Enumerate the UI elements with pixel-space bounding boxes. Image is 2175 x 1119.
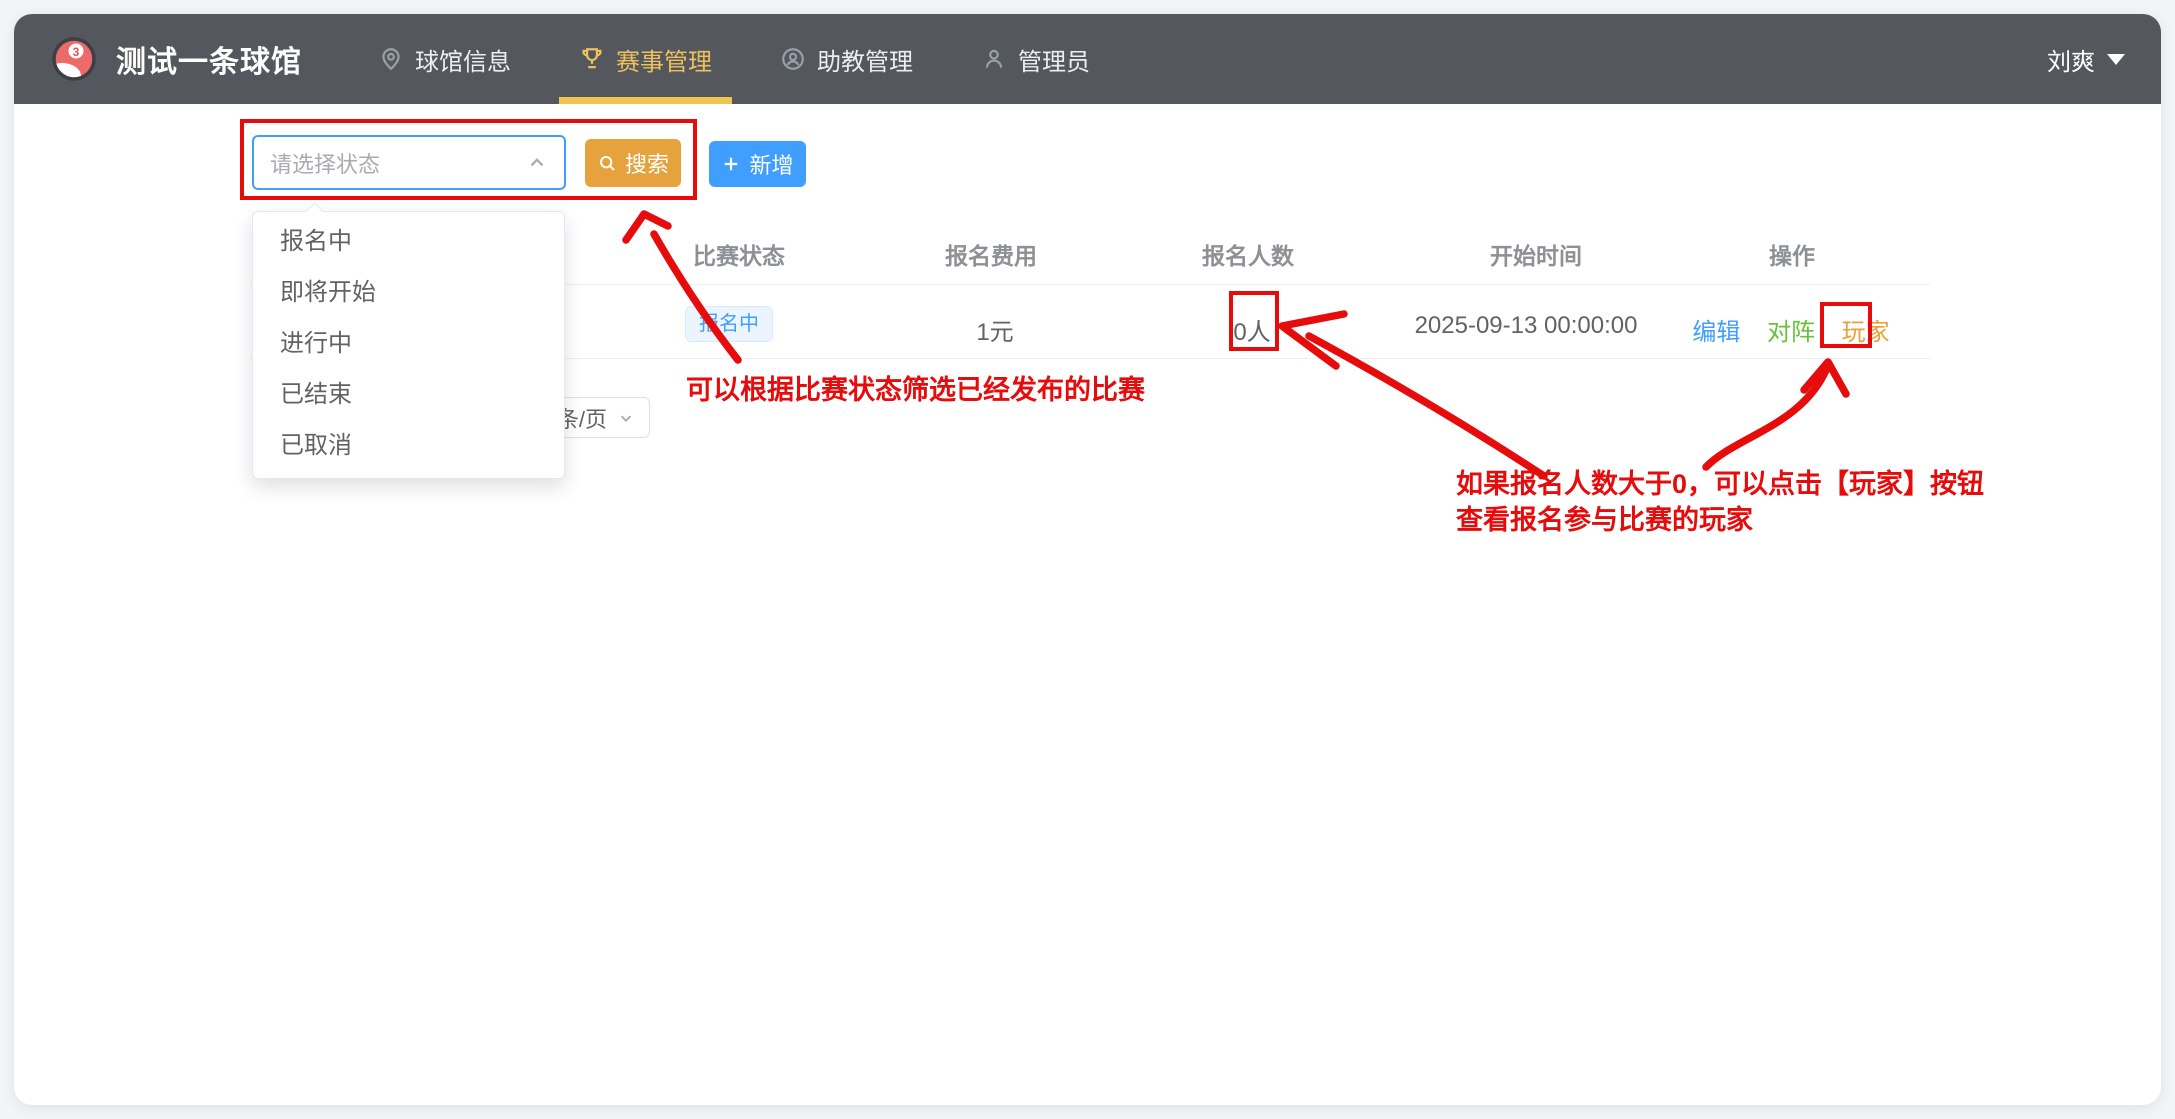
- table-row-signup-count-cell: 0人: [1233, 312, 1270, 347]
- status-option-cancelled[interactable]: 已取消: [253, 420, 564, 471]
- annotation-players-tip-line2: 查看报名参与比赛的玩家: [1456, 502, 1984, 538]
- status-dropdown-panel: 报名中 即将开始 进行中 已结束 已取消: [252, 211, 565, 479]
- status-filter-select[interactable]: 请选择状态: [252, 135, 566, 190]
- assistant-icon: [780, 46, 806, 72]
- admin-icon: [981, 46, 1007, 72]
- column-header-start-time: 开始时间: [1490, 237, 1582, 271]
- table-row-actions-cell: 编辑 对阵 玩家: [1682, 312, 1899, 347]
- annotation-players-tip-line1: 如果报名人数大于0，可以点击【玩家】按钮: [1456, 466, 1984, 502]
- players-link[interactable]: 玩家: [1842, 319, 1890, 346]
- caret-down-icon: [2107, 54, 2125, 65]
- annotation-filter-tip: 可以根据比赛状态筛选已经发布的比赛: [686, 368, 1145, 407]
- search-icon: [597, 153, 617, 173]
- nav-label: 球馆信息: [415, 42, 511, 77]
- top-navigation-bar: 3 测试一条球馆 球馆信息 赛事管理: [14, 14, 2161, 104]
- search-button[interactable]: 搜索: [585, 139, 681, 187]
- add-button-label: 新增: [749, 148, 793, 180]
- edit-link[interactable]: 编辑: [1692, 319, 1740, 346]
- trophy-icon: [579, 46, 605, 72]
- plus-icon: [721, 154, 741, 174]
- arrow-to-players-link: [1706, 368, 1827, 467]
- nav-item-venue-info[interactable]: 球馆信息: [344, 14, 545, 104]
- ball-number: 3: [73, 45, 80, 59]
- chevron-up-icon: [526, 152, 548, 174]
- column-header-signup-count: 报名人数: [1202, 237, 1294, 271]
- arrow-to-signup-count: [1309, 336, 1544, 476]
- annotation-players-tip: 如果报名人数大于0，可以点击【玩家】按钮 查看报名参与比赛的玩家: [1456, 466, 1984, 538]
- table-row-fee-cell: 1元: [976, 312, 1013, 347]
- nav-item-event-management[interactable]: 赛事管理: [545, 14, 746, 104]
- nav-label: 管理员: [1018, 42, 1090, 77]
- nav-item-assistant-management[interactable]: 助教管理: [746, 14, 947, 104]
- column-header-actions: 操作: [1769, 237, 1815, 271]
- user-menu[interactable]: 刘爽: [2047, 42, 2125, 77]
- arrowhead-to-filter: [626, 214, 668, 240]
- page-content: 比赛状态 报名费用 报名人数 开始时间 操作 报名中 1元 0人 2025-09…: [14, 104, 2161, 1105]
- nav-item-administrator[interactable]: 管理员: [947, 14, 1124, 104]
- status-badge: 报名中: [685, 306, 773, 342]
- location-pin-icon: [378, 46, 404, 72]
- status-option-registering[interactable]: 报名中: [253, 216, 564, 267]
- user-name: 刘爽: [2047, 42, 2095, 77]
- matchup-link[interactable]: 对阵: [1767, 319, 1815, 346]
- table-row-start-time-cell: 2025-09-13 00:00:00: [1415, 312, 1638, 340]
- nav-label: 助教管理: [817, 42, 913, 77]
- app-window: 3 测试一条球馆 球馆信息 赛事管理: [14, 14, 2161, 1105]
- status-option-in-progress[interactable]: 进行中: [253, 318, 564, 369]
- status-option-upcoming[interactable]: 即将开始: [253, 267, 564, 318]
- status-select-placeholder: 请选择状态: [270, 147, 526, 179]
- search-button-label: 搜索: [625, 147, 669, 179]
- chevron-down-icon: [617, 409, 635, 427]
- column-header-fee: 报名费用: [945, 237, 1037, 271]
- main-nav: 球馆信息 赛事管理 助教管理: [344, 14, 1124, 104]
- column-header-match-status: 比赛状态: [693, 237, 785, 271]
- nav-label: 赛事管理: [616, 42, 712, 77]
- billiard-ball-logo-icon: 3: [50, 35, 98, 83]
- arrowhead-to-players-link: [1804, 362, 1846, 394]
- add-button[interactable]: 新增: [709, 141, 806, 187]
- table-row-status-cell: 报名中: [685, 306, 773, 342]
- venue-title: 测试一条球馆: [116, 37, 302, 81]
- status-option-finished[interactable]: 已结束: [253, 369, 564, 420]
